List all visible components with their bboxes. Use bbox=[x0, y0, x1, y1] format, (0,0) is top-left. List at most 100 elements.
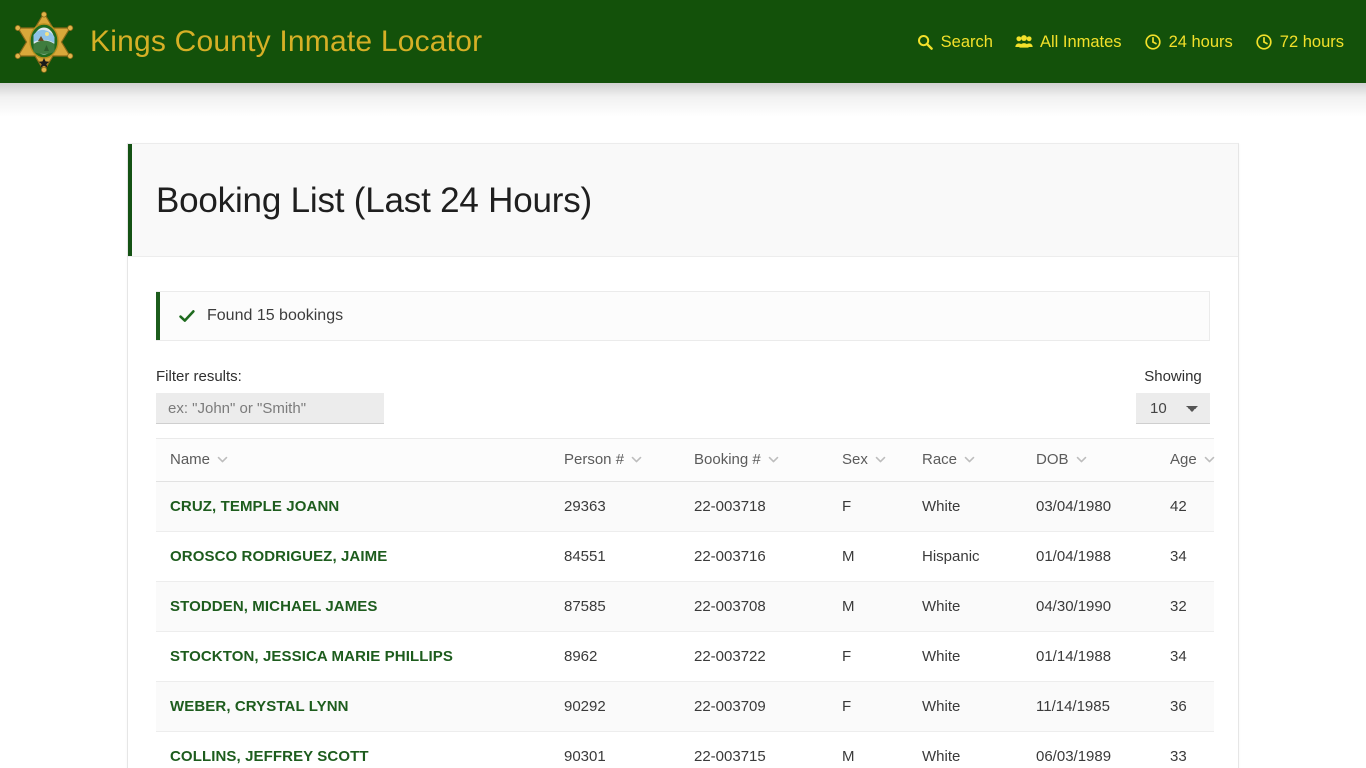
chevron-down-icon bbox=[964, 454, 975, 465]
cell-name: STODDEN, MICHAEL JAMES bbox=[156, 581, 550, 632]
chevron-down-icon bbox=[1076, 454, 1087, 465]
cell-name: WEBER, CRYSTAL LYNN bbox=[156, 681, 550, 732]
column-header-sex[interactable]: Sex bbox=[828, 438, 908, 482]
table-header-row: Name Person # Booking # Sex Race DOB Age bbox=[156, 438, 1215, 482]
nav-links: Search All Inmates 24 hours 72 hours bbox=[916, 32, 1344, 52]
cell-age: 33 bbox=[1156, 731, 1214, 768]
table-row: WEBER, CRYSTAL LYNN 90292 22-003709 F Wh… bbox=[156, 681, 1214, 732]
chevron-down-icon bbox=[875, 454, 886, 465]
nav-link-all-inmates[interactable]: All Inmates bbox=[1015, 32, 1122, 52]
inmate-name-link[interactable]: COLLINS, JEFFREY SCOTT bbox=[170, 748, 369, 765]
column-header-name[interactable]: Name bbox=[156, 438, 550, 482]
check-icon bbox=[178, 307, 196, 325]
cell-name: CRUZ, TEMPLE JOANN bbox=[156, 481, 550, 532]
content-container: Booking List (Last 24 Hours) Found 15 bo… bbox=[127, 83, 1239, 768]
table-row: STOCKTON, JESSICA MARIE PHILLIPS 8962 22… bbox=[156, 631, 1214, 682]
top-navbar: Kings County Inmate Locator Search All I… bbox=[0, 0, 1366, 83]
table-row: STODDEN, MICHAEL JAMES 87585 22-003708 M… bbox=[156, 581, 1214, 632]
nav-link-24-hours[interactable]: 24 hours bbox=[1144, 32, 1233, 52]
nav-link-72-hours[interactable]: 72 hours bbox=[1255, 32, 1344, 52]
cell-age: 34 bbox=[1156, 531, 1214, 582]
booking-list-card: Booking List (Last 24 Hours) Found 15 bo… bbox=[127, 143, 1239, 768]
column-header-race-label: Race bbox=[922, 451, 958, 468]
column-header-person-label: Person # bbox=[564, 451, 625, 468]
column-header-dob[interactable]: DOB bbox=[1022, 438, 1156, 482]
cell-name: OROSCO RODRIGUEZ, JAIME bbox=[156, 531, 550, 582]
cell-booking: 22-003715 bbox=[680, 731, 828, 768]
cell-race: White bbox=[908, 581, 1022, 632]
column-header-name-label: Name bbox=[170, 451, 211, 468]
cell-person: 90292 bbox=[550, 681, 680, 732]
table-row: COLLINS, JEFFREY SCOTT 90301 22-003715 M… bbox=[156, 731, 1214, 768]
nav-link-search[interactable]: Search bbox=[916, 32, 993, 52]
cell-sex: M bbox=[828, 531, 908, 582]
column-header-age[interactable]: Age bbox=[1156, 438, 1215, 482]
nav-link-search-label: Search bbox=[940, 32, 993, 51]
card-body: Found 15 bookings Filter results: Showin… bbox=[128, 257, 1238, 768]
cell-name: STOCKTON, JESSICA MARIE PHILLIPS bbox=[156, 631, 550, 682]
cell-age: 36 bbox=[1156, 681, 1214, 732]
cell-dob: 11/14/1985 bbox=[1022, 681, 1156, 732]
cell-dob: 01/14/1988 bbox=[1022, 631, 1156, 682]
cell-booking: 22-003709 bbox=[680, 681, 828, 732]
inmate-name-link[interactable]: STODDEN, MICHAEL JAMES bbox=[170, 598, 378, 615]
filter-label: Filter results: bbox=[156, 368, 242, 385]
search-input[interactable] bbox=[156, 393, 384, 424]
cell-race: Hispanic bbox=[908, 531, 1022, 582]
table-row: CRUZ, TEMPLE JOANN 29363 22-003718 F Whi… bbox=[156, 481, 1214, 532]
cell-booking: 22-003716 bbox=[680, 531, 828, 582]
inmate-name-link[interactable]: STOCKTON, JESSICA MARIE PHILLIPS bbox=[170, 648, 453, 665]
cell-age: 34 bbox=[1156, 631, 1214, 682]
cell-sex: M bbox=[828, 581, 908, 632]
showing-label: Showing bbox=[1144, 368, 1202, 385]
cell-sex: F bbox=[828, 481, 908, 532]
cell-race: White bbox=[908, 681, 1022, 732]
cell-sex: F bbox=[828, 681, 908, 732]
table-body: CRUZ, TEMPLE JOANN 29363 22-003718 F Whi… bbox=[156, 481, 1214, 768]
cell-race: White bbox=[908, 631, 1022, 682]
cell-person: 29363 bbox=[550, 481, 680, 532]
inmate-name-link[interactable]: WEBER, CRYSTAL LYNN bbox=[170, 698, 349, 715]
chevron-down-icon bbox=[631, 454, 642, 465]
filter-group: Filter results: bbox=[156, 367, 384, 424]
booking-table: Name Person # Booking # Sex Race DOB Age… bbox=[156, 438, 1215, 768]
table-row: OROSCO RODRIGUEZ, JAIME 84551 22-003716 … bbox=[156, 531, 1214, 582]
cell-person: 90301 bbox=[550, 731, 680, 768]
cell-race: White bbox=[908, 731, 1022, 768]
page-body: Booking List (Last 24 Hours) Found 15 bo… bbox=[0, 83, 1366, 768]
inmate-name-link[interactable]: OROSCO RODRIGUEZ, JAIME bbox=[170, 548, 387, 565]
column-header-booking-label: Booking # bbox=[694, 451, 761, 468]
column-header-race[interactable]: Race bbox=[908, 438, 1022, 482]
brand-link[interactable]: Kings County Inmate Locator bbox=[14, 11, 482, 73]
users-group-icon bbox=[1015, 33, 1033, 51]
chevron-down-icon bbox=[217, 454, 228, 465]
cell-person: 8962 bbox=[550, 631, 680, 682]
cell-race: White bbox=[908, 481, 1022, 532]
page-title: Booking List (Last 24 Hours) bbox=[156, 181, 593, 220]
cell-booking: 22-003722 bbox=[680, 631, 828, 682]
cell-dob: 06/03/1989 bbox=[1022, 731, 1156, 768]
chevron-down-icon bbox=[768, 454, 779, 465]
cell-booking: 22-003718 bbox=[680, 481, 828, 532]
table-head: Name Person # Booking # Sex Race DOB Age bbox=[156, 438, 1215, 482]
brand-title: Kings County Inmate Locator bbox=[90, 24, 483, 58]
cell-sex: F bbox=[828, 631, 908, 682]
status-alert-text: Found 15 bookings bbox=[207, 307, 344, 324]
showing-group: Showing 10 bbox=[1136, 367, 1210, 424]
inmate-name-link[interactable]: CRUZ, TEMPLE JOANN bbox=[170, 498, 339, 515]
column-header-person[interactable]: Person # bbox=[550, 438, 680, 482]
sheriff-star-badge-icon bbox=[14, 11, 74, 73]
search-icon bbox=[916, 33, 934, 51]
card-header: Booking List (Last 24 Hours) bbox=[128, 144, 1238, 257]
cell-name: COLLINS, JEFFREY SCOTT bbox=[156, 731, 550, 768]
column-header-dob-label: DOB bbox=[1036, 451, 1069, 468]
nav-link-72-hours-label: 72 hours bbox=[1279, 32, 1344, 51]
table-controls: Filter results: Showing 10 bbox=[156, 367, 1210, 438]
nav-link-24-hours-label: 24 hours bbox=[1168, 32, 1233, 51]
column-header-booking[interactable]: Booking # bbox=[680, 438, 828, 482]
cell-dob: 04/30/1990 bbox=[1022, 581, 1156, 632]
cell-person: 87585 bbox=[550, 581, 680, 632]
cell-sex: M bbox=[828, 731, 908, 768]
page-size-select[interactable]: 10 bbox=[1136, 393, 1210, 424]
cell-age: 42 bbox=[1156, 481, 1214, 532]
